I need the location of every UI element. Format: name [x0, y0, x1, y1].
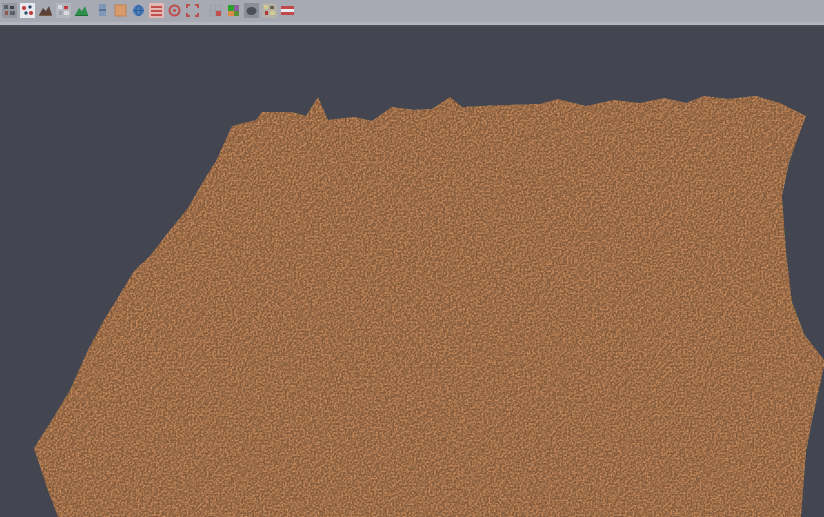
grid-red-icon[interactable]	[208, 3, 223, 18]
red-list-icon[interactable]	[149, 3, 164, 18]
classification-icon[interactable]	[226, 3, 241, 18]
orthophoto-icon[interactable]	[113, 3, 128, 18]
export-icon[interactable]	[262, 3, 277, 18]
application-window	[0, 0, 824, 517]
globe-icon[interactable]	[131, 3, 146, 18]
terrain-model-icon[interactable]	[38, 3, 53, 18]
cross-section-icon[interactable]	[95, 3, 110, 18]
main-toolbar	[0, 0, 824, 22]
3d-viewport[interactable]	[0, 27, 824, 517]
target-icon[interactable]	[167, 3, 182, 18]
red-stripes-icon[interactable]	[280, 3, 295, 18]
point-cloud-icon[interactable]	[2, 3, 17, 18]
registration-icon[interactable]	[20, 3, 35, 18]
point-cloud-scene	[0, 27, 824, 517]
terrain-green-icon[interactable]	[74, 3, 89, 18]
mesh-dark-icon[interactable]	[244, 3, 259, 18]
selection-icon[interactable]	[185, 3, 200, 18]
sparse-points-icon[interactable]	[56, 3, 71, 18]
